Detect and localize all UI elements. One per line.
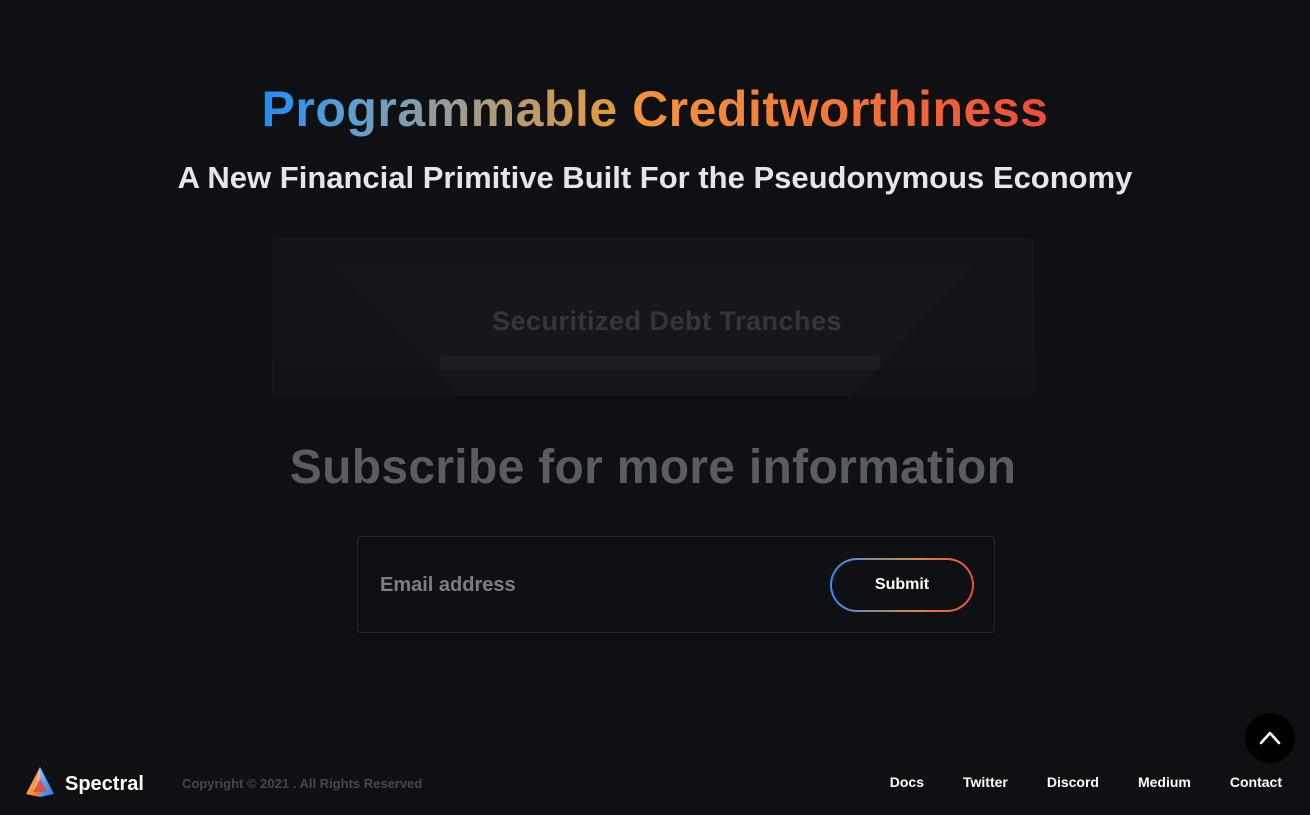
footer: Spectral Copyright © 2021 . All Rights R… — [0, 760, 1310, 806]
footer-link-medium[interactable]: Medium — [1138, 774, 1191, 790]
copyright-text: Copyright © 2021 . All Rights Reserved — [182, 776, 423, 791]
footer-link-contact[interactable]: Contact — [1230, 774, 1282, 790]
landing-page: Programmable Creditworthiness A New Fina… — [0, 0, 1310, 815]
brand-name[interactable]: Spectral — [65, 772, 144, 796]
subscribe-form: Submit — [357, 536, 995, 633]
tranche-card-title: Securitized Debt Tranches — [491, 306, 843, 336]
hero-headline: Programmable Creditworthiness — [0, 78, 1310, 140]
prism-logo-icon[interactable] — [25, 766, 55, 798]
scroll-to-top-button[interactable] — [1245, 713, 1295, 763]
submit-button-border: Submit — [830, 558, 974, 612]
chevron-up-icon — [1259, 731, 1281, 745]
footer-nav: Docs Twitter Discord Medium Contact — [890, 774, 1282, 790]
tranche-card-subtitle — [440, 356, 880, 370]
footer-link-docs[interactable]: Docs — [890, 774, 924, 790]
subscribe-title: Subscribe for more information — [289, 441, 1017, 494]
footer-link-twitter[interactable]: Twitter — [963, 774, 1008, 790]
hero-subheadline: A New Financial Primitive Built For the … — [177, 160, 1133, 195]
footer-link-discord[interactable]: Discord — [1047, 774, 1099, 790]
submit-button[interactable]: Submit — [832, 560, 972, 610]
email-input[interactable] — [380, 567, 800, 603]
headline-word-creditworthiness: Creditworthiness — [632, 81, 1049, 137]
headline-word-programmable: Programmable — [261, 81, 618, 137]
